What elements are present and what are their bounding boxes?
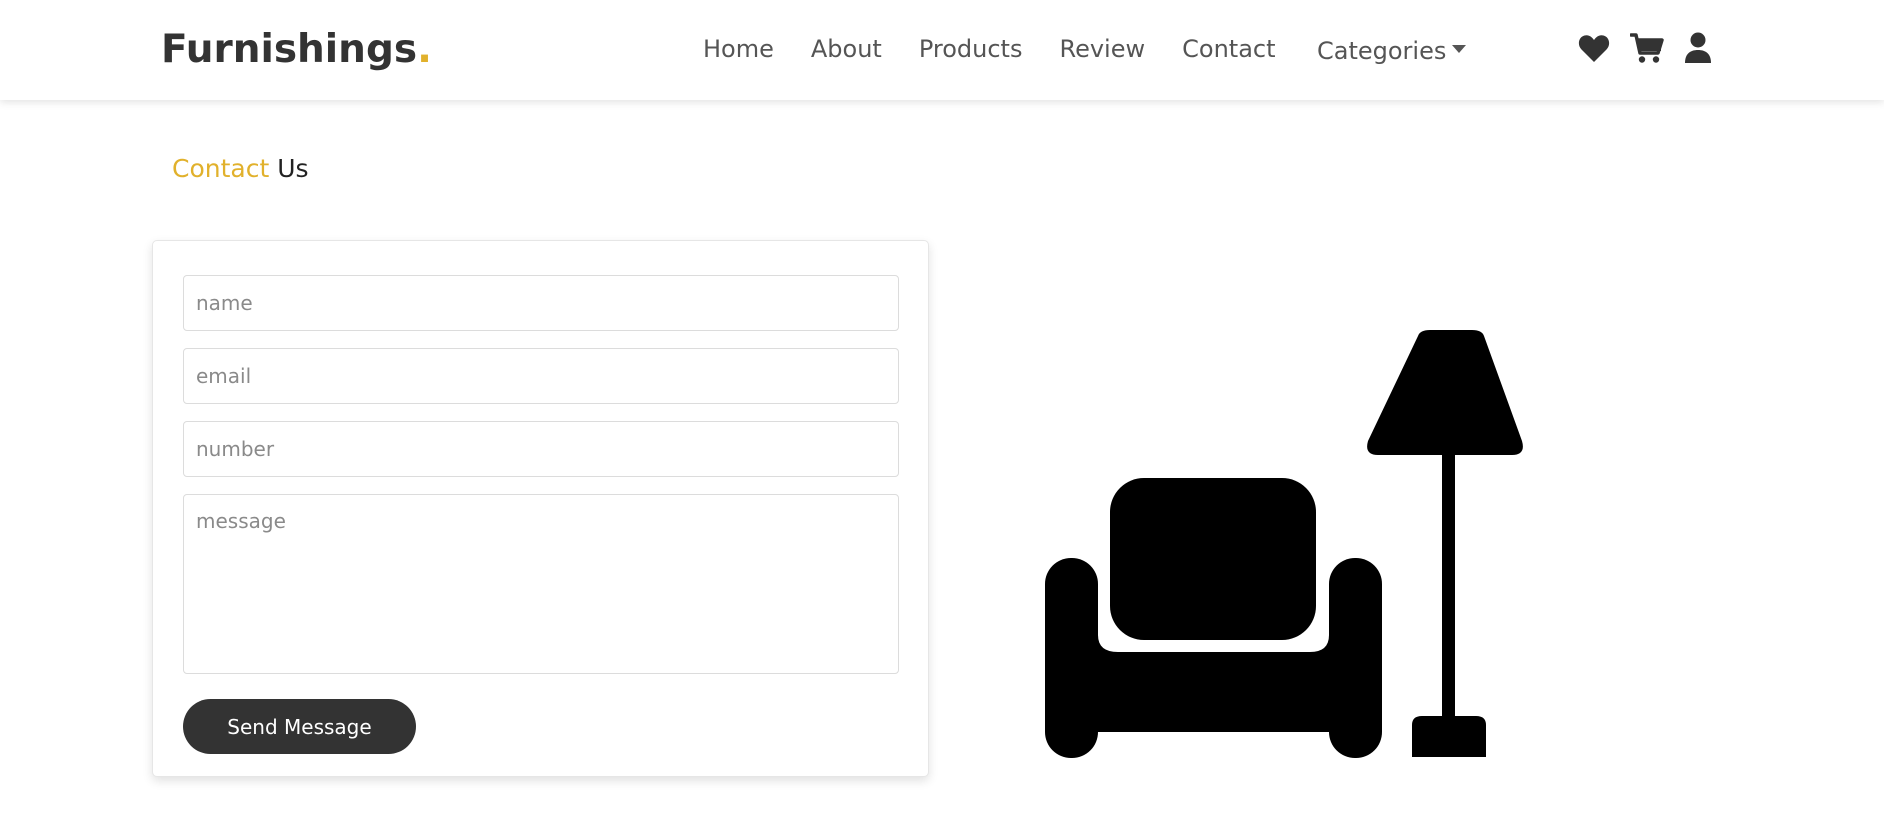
nav-contact[interactable]: Contact	[1182, 33, 1275, 65]
nav-review[interactable]: Review	[1059, 33, 1145, 65]
logo-text: Furnishings	[161, 27, 418, 72]
nav-home[interactable]: Home	[703, 33, 774, 65]
name-input[interactable]	[183, 275, 899, 331]
cart-icon[interactable]	[1629, 32, 1664, 64]
header-icons	[1578, 32, 1732, 64]
site-header: Furnishings. Home About Products Review …	[0, 0, 1884, 100]
page-title-accent: Contact	[172, 154, 270, 183]
categories-label: Categories	[1317, 37, 1447, 65]
email-input[interactable]	[183, 348, 899, 404]
page-title-rest: Us	[277, 154, 309, 183]
nav-products[interactable]: Products	[919, 33, 1023, 65]
page-title: Contact Us	[172, 153, 309, 185]
armchair-lamp-icon	[1040, 330, 1530, 760]
categories-dropdown[interactable]: Categories	[1317, 35, 1467, 67]
contact-form: Send Message	[152, 240, 929, 777]
user-icon[interactable]	[1684, 32, 1712, 64]
logo[interactable]: Furnishings.	[161, 26, 432, 74]
main-nav: Home About Products Review Contact	[703, 33, 1313, 65]
message-textarea[interactable]	[183, 494, 899, 674]
nav-about[interactable]: About	[811, 33, 882, 65]
heart-icon[interactable]	[1578, 33, 1610, 63]
logo-dot: .	[417, 27, 432, 72]
number-input[interactable]	[183, 421, 899, 477]
send-message-button[interactable]: Send Message	[183, 699, 416, 754]
caret-down-icon	[1452, 45, 1467, 53]
